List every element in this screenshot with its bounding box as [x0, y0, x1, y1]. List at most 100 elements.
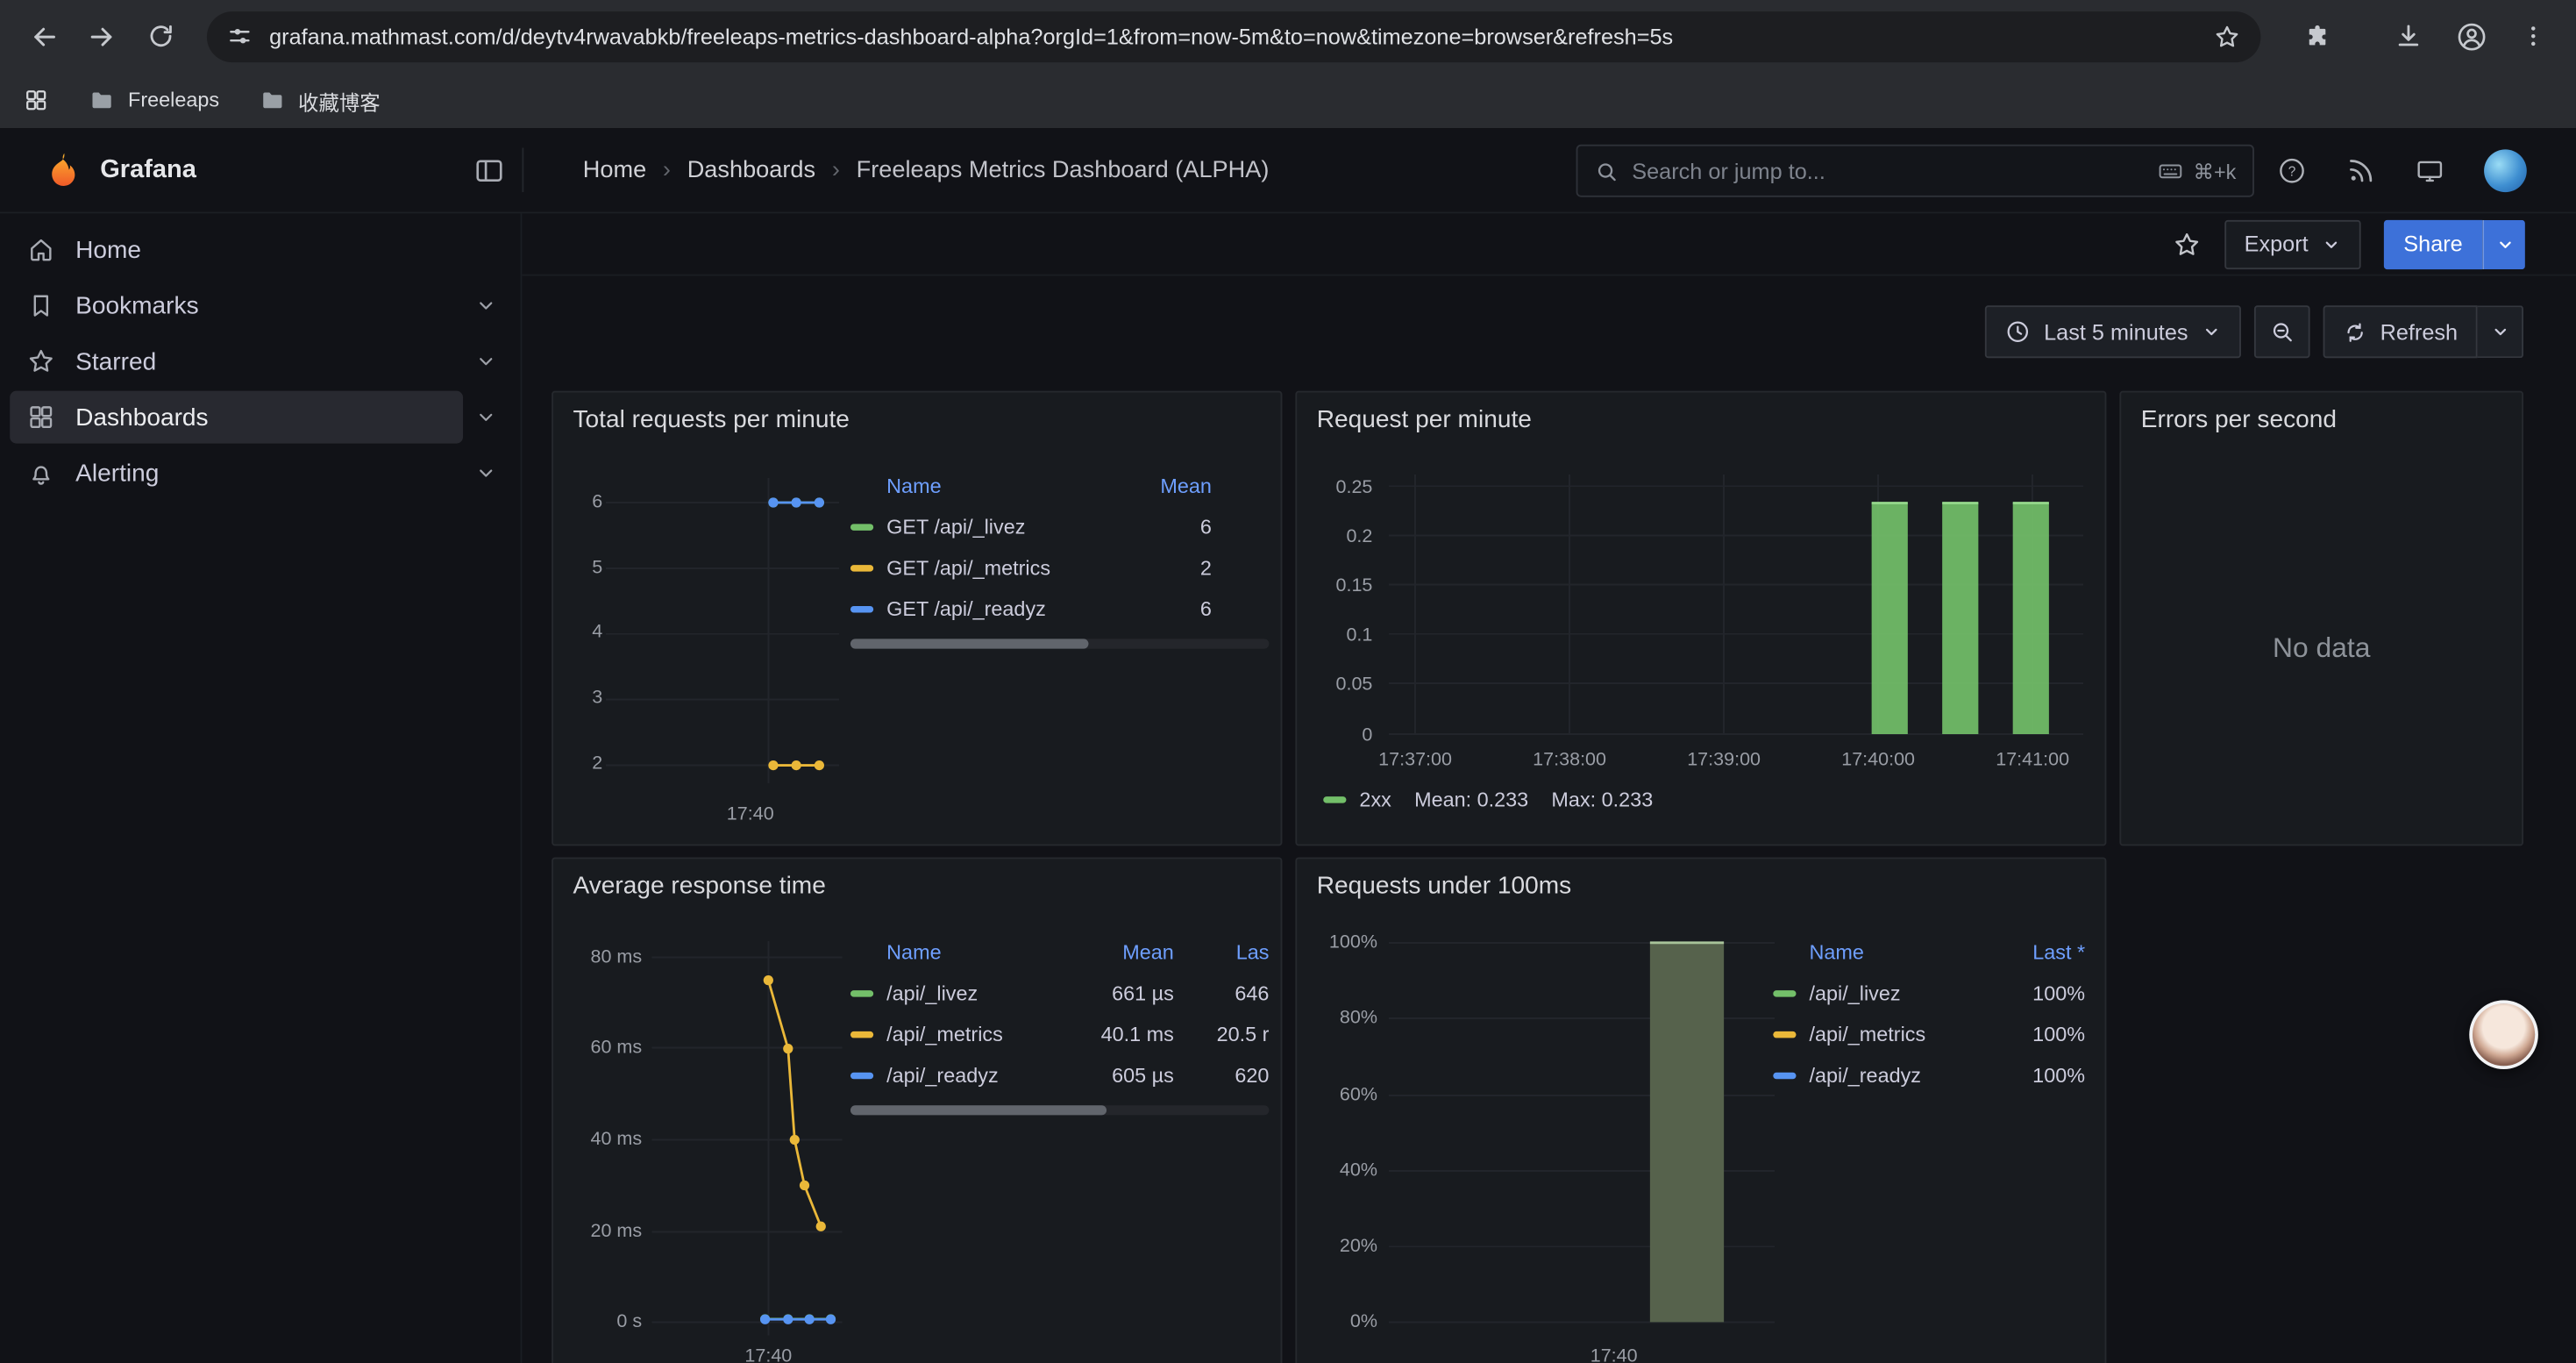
y-tick: 40 ms — [570, 1128, 642, 1151]
chevron-down-icon[interactable] — [474, 294, 497, 317]
panel-legend: Name Last * /api/_livez 100% /api/_metri… — [1773, 931, 2085, 1095]
legend-header-row: Name Mean — [850, 465, 1269, 506]
legend-header-last[interactable]: Las — [1193, 940, 1269, 963]
favorite-star-icon[interactable] — [2172, 229, 2202, 259]
url-text[interactable]: grafana.mathmast.com/d/deytv4rwavabkb/fr… — [269, 24, 2196, 48]
legend-header-name[interactable]: Name — [886, 474, 1129, 496]
shortcut-keys: ⌘+k — [2194, 159, 2237, 183]
arrow-right-icon — [86, 20, 117, 52]
apps-grid-icon[interactable] — [23, 87, 49, 113]
time-range-picker[interactable]: Last 5 minutes — [1985, 305, 2241, 358]
reload-button[interactable] — [135, 10, 188, 62]
share-label: Share — [2403, 232, 2462, 256]
panel-title[interactable]: Total requests per minute — [573, 406, 850, 434]
chevron-down-icon[interactable] — [474, 406, 497, 429]
bar-chart[interactable] — [1389, 939, 1775, 1325]
folder-icon — [89, 87, 115, 113]
legend-row[interactable]: /api/_livez 100% — [1773, 973, 2085, 1014]
address-bar[interactable]: grafana.mathmast.com/d/deytv4rwavabkb/fr… — [207, 11, 2260, 61]
legend-row[interactable]: /api/_metrics 40.1 ms 20.5 r — [850, 1013, 1269, 1054]
panel-title[interactable]: Average response time — [573, 872, 826, 900]
no-data-message: No data — [2121, 632, 2522, 665]
refresh-sync-icon — [2343, 319, 2367, 344]
chevron-down-icon[interactable] — [474, 350, 497, 373]
panel-total-requests-per-minute: Total requests per minute 6 5 4 3 2 17:4… — [551, 391, 1282, 846]
forward-button[interactable] — [75, 10, 128, 62]
refresh-interval-button[interactable] — [2478, 305, 2523, 358]
scrollbar-thumb[interactable] — [850, 639, 1089, 648]
scrollbar-thumb[interactable] — [850, 1105, 1106, 1115]
bookmark-star-icon[interactable] — [2213, 22, 2241, 50]
star-icon — [26, 346, 56, 376]
panel-title[interactable]: Request per minute — [1317, 406, 1532, 434]
search-box[interactable]: ⌘+k — [1576, 145, 2254, 197]
bar-chart[interactable] — [1389, 475, 2083, 746]
legend-row[interactable]: /api/_livez 661 µs 646 — [850, 973, 1269, 1014]
legend-header-mean[interactable]: Mean — [1075, 940, 1173, 963]
panel-requests-under-100ms: Requests under 100ms 100% 80% 60% 40% 20… — [1295, 857, 2106, 1363]
browser-menu-button[interactable] — [2507, 10, 2559, 62]
x-tick: 17:40:00 — [1825, 749, 1931, 772]
search-icon — [1594, 159, 1619, 183]
panel-title[interactable]: Requests under 100ms — [1317, 872, 1571, 900]
legend-header-last[interactable]: Last * — [2003, 940, 2085, 963]
breadcrumb-home[interactable]: Home — [583, 157, 646, 183]
series-last: 620 — [1193, 1063, 1269, 1086]
line-chart[interactable] — [606, 478, 839, 800]
share-button-group: Share — [2384, 219, 2525, 268]
series-name: /api/_readyz — [1809, 1063, 2003, 1086]
bookmark-folder-freeleaps[interactable]: Freeleaps — [89, 87, 219, 113]
site-settings-icon[interactable] — [226, 23, 253, 49]
mega-menu-toggle[interactable] — [473, 154, 505, 187]
sidebar-item-starred[interactable]: Starred — [0, 333, 521, 389]
sidebar-item-dashboards[interactable]: Dashboards — [0, 389, 521, 446]
y-tick: 0.05 — [1313, 674, 1372, 696]
series-name: GET /api/_livez — [886, 515, 1129, 538]
legend-row[interactable]: /api/_readyz 100% — [1773, 1054, 2085, 1095]
dashboard-main: Export Share Last 5 minutes — [522, 213, 2575, 1363]
legend-row[interactable]: /api/_metrics 100% — [1773, 1013, 2085, 1054]
breadcrumb-dashboards[interactable]: Dashboards — [687, 157, 815, 183]
series-last: 646 — [1193, 981, 1269, 1004]
grafana-logo[interactable] — [43, 149, 84, 190]
legend-row[interactable]: GET /api/_readyz 6 — [850, 588, 1269, 629]
legend-header-name[interactable]: Name — [1809, 940, 2003, 963]
display-monitor-icon[interactable] — [2415, 155, 2444, 185]
help-icon[interactable]: ? — [2277, 155, 2307, 185]
downloads-button[interactable] — [2382, 10, 2435, 62]
sidebar-item-bookmarks[interactable]: Bookmarks — [0, 277, 521, 333]
legend-row[interactable]: GET /api/_metrics 2 — [850, 547, 1269, 589]
zoom-out-icon — [2268, 318, 2295, 345]
legend-scrollbar[interactable] — [850, 639, 1269, 648]
legend-scrollbar[interactable] — [850, 1105, 1269, 1115]
legend-header-mean[interactable]: Mean — [1129, 474, 1212, 496]
line-chart[interactable] — [651, 941, 842, 1335]
assistant-avatar-button[interactable] — [2469, 1000, 2538, 1069]
search-input[interactable] — [1632, 159, 2144, 183]
series-mean: 6 — [1129, 515, 1212, 538]
sidebar-item-home[interactable]: Home — [0, 222, 521, 278]
refresh-button[interactable]: Refresh — [2323, 305, 2478, 358]
panel-errors-per-second: Errors per second No data — [2119, 391, 2523, 846]
export-label: Export — [2245, 232, 2309, 256]
bookmark-folder-blogs[interactable]: 收藏博客 — [259, 84, 381, 116]
news-rss-icon[interactable] — [2346, 155, 2376, 185]
user-avatar[interactable] — [2484, 148, 2527, 191]
zoom-out-button[interactable] — [2253, 305, 2309, 358]
share-button[interactable]: Share — [2384, 219, 2482, 268]
legend-header-name[interactable]: Name — [886, 940, 1075, 963]
panel-title[interactable]: Errors per second — [2141, 406, 2337, 434]
sidebar-item-alerting[interactable]: Alerting — [0, 445, 521, 501]
legend-row[interactable]: /api/_readyz 605 µs 620 — [850, 1054, 1269, 1095]
back-button[interactable] — [17, 10, 69, 62]
panel-legend: 2xx Mean: 0.233 Max: 0.233 — [1323, 789, 1653, 811]
legend-item-2xx[interactable]: 2xx — [1323, 789, 1391, 811]
export-button[interactable]: Export — [2224, 219, 2360, 268]
legend-row[interactable]: GET /api/_livez 6 — [850, 506, 1269, 547]
chevron-down-icon[interactable] — [474, 461, 497, 484]
legend-header-row: Name Mean Las — [850, 931, 1269, 973]
extensions-button[interactable] — [2290, 10, 2343, 62]
profile-button[interactable] — [2444, 10, 2497, 62]
arrow-left-icon — [27, 20, 59, 52]
share-menu-button[interactable] — [2482, 219, 2525, 268]
